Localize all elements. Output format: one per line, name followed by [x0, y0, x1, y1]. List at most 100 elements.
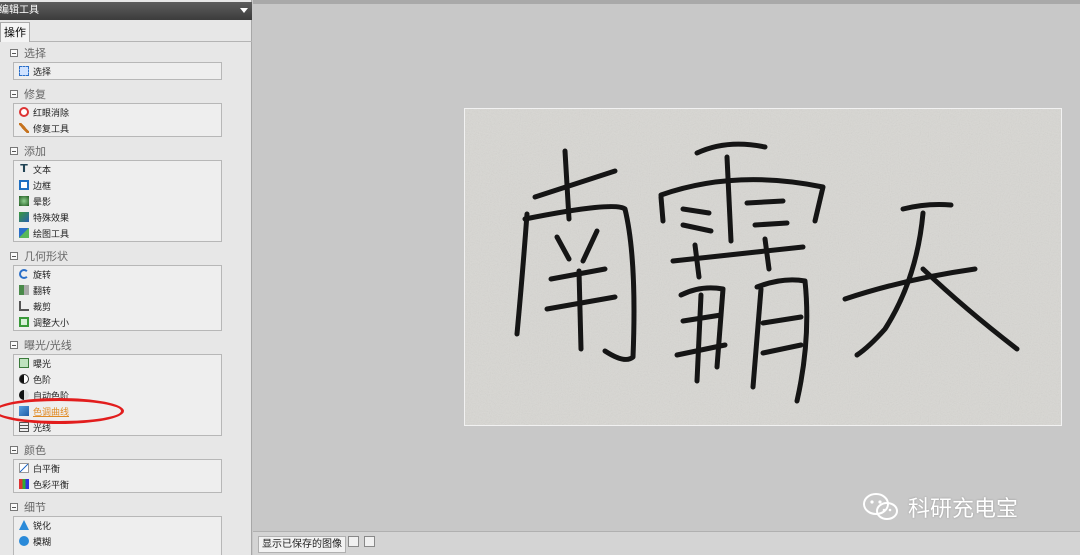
tool-label: 色彩平衡 [33, 480, 70, 491]
canvas-top-edge [253, 0, 1080, 4]
border-icon [19, 180, 29, 190]
collapse-icon[interactable] [10, 341, 18, 349]
show-saved-image-toggle[interactable]: 显示已保存的图像 [258, 536, 346, 553]
red-eye-icon [19, 107, 29, 117]
annotation-red-circle [0, 398, 124, 424]
panel-menu-arrow-icon[interactable] [240, 8, 248, 13]
tool-special-effects[interactable]: 特殊效果 [14, 209, 221, 225]
tool-label: 旋转 [33, 270, 52, 281]
section-box-geometry: 旋转 翻转 裁剪 调整大小 [13, 265, 222, 331]
tool-label: 曝光 [33, 359, 52, 370]
auto-levels-icon [19, 390, 29, 400]
panel-title: 编辑工具 [0, 5, 39, 16]
handwriting-photo[interactable] [464, 108, 1062, 426]
watermark: 科研充电宝 [862, 487, 1018, 527]
section-header-exposure[interactable]: 曝光/光线 [10, 339, 72, 353]
tool-select[interactable]: 选择 [14, 63, 221, 79]
handwritten-characters-image [465, 109, 1061, 425]
light-icon [19, 422, 29, 432]
tool-crop[interactable]: 裁剪 [14, 298, 221, 314]
tool-draw[interactable]: 绘图工具 [14, 225, 221, 241]
link-icon[interactable] [348, 536, 359, 547]
wechat-icon [863, 493, 898, 520]
image-view-icon[interactable] [364, 536, 375, 547]
collapse-icon[interactable] [10, 147, 18, 155]
tool-sharpen[interactable]: 锐化 [14, 517, 221, 533]
tool-label: 色阶 [33, 375, 52, 386]
section-header-add[interactable]: 添加 [10, 145, 46, 159]
tool-label: 调整大小 [33, 318, 70, 329]
section-header-geometry[interactable]: 几何形状 [10, 250, 68, 264]
rotate-icon [19, 269, 29, 279]
white-balance-icon [19, 463, 29, 473]
section-box-select: 选择 [13, 62, 222, 80]
tool-label: 选择 [33, 67, 52, 78]
tool-label: 文本 [33, 165, 52, 176]
tool-label: 翻转 [33, 286, 52, 297]
tool-color-balance[interactable]: 色彩平衡 [14, 476, 221, 492]
status-bar: 显示已保存的图像 [253, 531, 1080, 555]
tab-operations[interactable]: 操作 [0, 22, 30, 42]
tool-exposure[interactable]: 曝光 [14, 355, 221, 371]
section-title: 细节 [24, 501, 46, 514]
text-icon: T [20, 162, 28, 175]
tool-text[interactable]: T 文本 [14, 161, 221, 177]
special-effects-icon [19, 212, 29, 222]
resize-icon [19, 317, 29, 327]
tool-blur[interactable]: 模糊 [14, 533, 221, 549]
tool-label: 锐化 [33, 521, 52, 532]
sharpen-icon [19, 520, 29, 530]
section-title: 选择 [24, 47, 46, 60]
tool-flip[interactable]: 翻转 [14, 282, 221, 298]
tool-label: 模糊 [33, 537, 52, 548]
tool-label: 裁剪 [33, 302, 52, 313]
vignette-icon [19, 196, 29, 206]
tool-repair[interactable]: 修复工具 [14, 120, 221, 136]
section-title: 添加 [24, 145, 46, 158]
tool-label: 绘图工具 [33, 229, 70, 240]
panel-title-bar: 编辑工具 [0, 2, 252, 20]
section-box-add: T 文本 边框 晕影 特殊效果 绘图工具 [13, 160, 222, 242]
blur-icon [19, 536, 29, 546]
tab-bar: 操作 [0, 20, 252, 42]
section-title: 曝光/光线 [24, 339, 72, 352]
section-title: 颜色 [24, 444, 46, 457]
section-header-repair[interactable]: 修复 [10, 88, 46, 102]
crop-icon [19, 301, 29, 311]
flip-icon [19, 285, 29, 295]
section-header-detail[interactable]: 细节 [10, 501, 46, 515]
tool-label: 特殊效果 [33, 213, 70, 224]
levels-icon [19, 374, 29, 384]
collapse-icon[interactable] [10, 90, 18, 98]
collapse-icon[interactable] [10, 252, 18, 260]
tool-border[interactable]: 边框 [14, 177, 221, 193]
collapse-icon[interactable] [10, 503, 18, 511]
tool-label: 修复工具 [33, 124, 70, 135]
watermark-text: 科研充电宝 [908, 497, 1019, 522]
exposure-icon [19, 358, 29, 368]
tool-red-eye[interactable]: 红眼消除 [14, 104, 221, 120]
section-box-detail: 锐化 模糊 [13, 516, 222, 555]
tool-label: 边框 [33, 181, 52, 192]
tool-rotate[interactable]: 旋转 [14, 266, 221, 282]
color-balance-icon [19, 479, 29, 489]
collapse-icon[interactable] [10, 49, 18, 57]
tool-resize[interactable]: 调整大小 [14, 314, 221, 330]
tool-label: 晕影 [33, 197, 52, 208]
section-title: 几何形状 [24, 250, 68, 263]
tool-vignette[interactable]: 晕影 [14, 193, 221, 209]
section-title: 修复 [24, 88, 46, 101]
section-header-color[interactable]: 颜色 [10, 444, 46, 458]
select-icon [19, 66, 29, 76]
tool-label: 红眼消除 [33, 108, 70, 119]
section-box-repair: 红眼消除 修复工具 [13, 103, 222, 137]
section-header-select[interactable]: 选择 [10, 47, 46, 61]
tool-levels[interactable]: 色阶 [14, 371, 221, 387]
draw-tool-icon [19, 228, 29, 238]
editing-tools-panel: 编辑工具 操作 选择 选择 修复 红眼消除 修复工具 添加 T 文本 边框 晕影… [0, 0, 252, 555]
collapse-icon[interactable] [10, 446, 18, 454]
section-box-color: 白平衡 色彩平衡 [13, 459, 222, 493]
repair-brush-icon [19, 123, 29, 133]
tool-label: 白平衡 [33, 464, 61, 475]
tool-white-balance[interactable]: 白平衡 [14, 460, 221, 476]
